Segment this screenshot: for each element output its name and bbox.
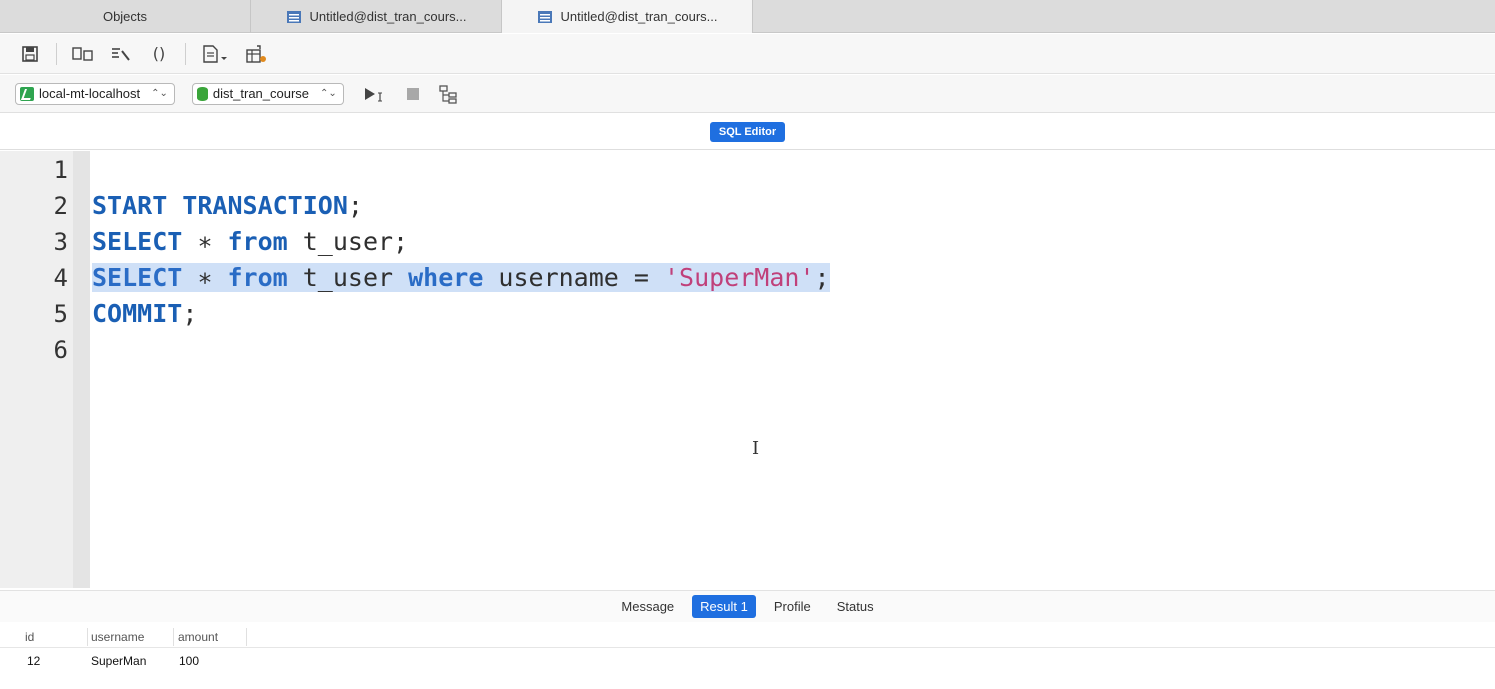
code-line[interactable]: SELECT ∗ from t_user; bbox=[92, 227, 408, 256]
sql-keyword: where bbox=[408, 263, 484, 292]
line-number: 6 bbox=[53, 336, 68, 364]
code-token: ; bbox=[182, 299, 198, 328]
text-cursor-icon: I bbox=[752, 438, 760, 459]
column-header-amount[interactable]: amount bbox=[178, 630, 218, 644]
connection-icon bbox=[20, 86, 34, 101]
column-divider[interactable] bbox=[246, 628, 247, 646]
column-divider[interactable] bbox=[87, 628, 88, 646]
tab-query-1[interactable]: Untitled@dist_tran_cours... bbox=[251, 0, 502, 33]
toolbar-divider bbox=[185, 42, 186, 65]
code-text: START TRANSACTION; bbox=[92, 191, 363, 220]
tab-label: Untitled@dist_tran_cours... bbox=[309, 9, 467, 24]
select-arrows-icon: ⌃⌄ bbox=[151, 88, 168, 99]
sql-keyword: from bbox=[227, 227, 288, 256]
database-name: dist_tran_course bbox=[212, 86, 310, 101]
cell-id[interactable]: 12 bbox=[27, 654, 40, 668]
snippet-icon bbox=[246, 44, 266, 63]
connection-name: local-mt-localhost bbox=[39, 86, 141, 101]
column-divider[interactable] bbox=[173, 628, 174, 646]
run-button[interactable] bbox=[361, 82, 389, 106]
cell-username[interactable]: SuperMan bbox=[91, 654, 146, 668]
sql-editor-label[interactable]: SQL Editor bbox=[709, 121, 786, 142]
sql-keyword: COMMIT bbox=[92, 299, 183, 328]
sql-keyword: SELECT bbox=[92, 263, 183, 292]
query-table-icon bbox=[537, 10, 552, 23]
sql-keyword: from bbox=[227, 263, 288, 292]
tab-message[interactable]: Message bbox=[613, 595, 682, 618]
explain-button[interactable] bbox=[71, 42, 95, 66]
code-token: username = bbox=[483, 263, 664, 292]
text-menu-button[interactable] bbox=[200, 42, 230, 66]
select-arrows-icon: ⌃⌄ bbox=[320, 88, 337, 99]
explain-plan-button[interactable] bbox=[437, 82, 461, 106]
selected-text: SELECT ∗ from t_user where username = 'S… bbox=[92, 263, 830, 292]
code-token: t_user bbox=[287, 263, 409, 292]
editor-mode-bar: SQL Editor bbox=[0, 114, 1495, 150]
tab-query-2[interactable]: Untitled@dist_tran_cours... bbox=[502, 0, 753, 33]
sql-keyword: SELECT bbox=[92, 227, 183, 256]
stop-button[interactable] bbox=[401, 82, 425, 106]
tab-objects[interactable]: Objects bbox=[0, 0, 251, 33]
explain-icon bbox=[72, 46, 93, 61]
beautify-icon bbox=[112, 47, 130, 61]
parentheses-button[interactable]: () bbox=[147, 42, 171, 66]
code-token: t_user; bbox=[287, 227, 409, 256]
code-line[interactable]: START TRANSACTION; bbox=[92, 191, 363, 220]
result-grid-header: id username amount bbox=[0, 624, 1495, 648]
snippet-button[interactable] bbox=[244, 42, 268, 66]
tab-status[interactable]: Status bbox=[829, 595, 882, 618]
save-icon bbox=[22, 45, 38, 62]
database-icon bbox=[196, 86, 208, 101]
tab-result-1[interactable]: Result 1 bbox=[692, 595, 756, 618]
tab-label: Objects bbox=[102, 9, 148, 24]
column-header-username[interactable]: username bbox=[91, 630, 144, 644]
sql-editor[interactable]: 1 2 3 4 5 6 START TRANSACTION; SELECT ∗ … bbox=[0, 151, 1495, 588]
tab-bar: Objects Untitled@dist_tran_cours... Unti… bbox=[0, 0, 1495, 33]
code-token: ; bbox=[814, 263, 830, 292]
line-number: 2 bbox=[53, 192, 68, 220]
code-token: ; bbox=[347, 191, 363, 220]
database-select[interactable]: dist_tran_course ⌃⌄ bbox=[191, 82, 344, 105]
connection-bar: local-mt-localhost ⌃⌄ dist_tran_course ⌃… bbox=[0, 75, 1495, 113]
cell-amount[interactable]: 100 bbox=[179, 654, 199, 668]
code-line[interactable]: SELECT ∗ from t_user where username = 'S… bbox=[92, 263, 830, 292]
beautify-button[interactable] bbox=[109, 42, 133, 66]
table-row[interactable]: 12 SuperMan 100 bbox=[0, 649, 1495, 673]
code-text: SELECT ∗ from t_user; bbox=[92, 227, 408, 256]
text-menu-icon bbox=[203, 44, 227, 63]
query-table-icon bbox=[286, 10, 301, 23]
save-button[interactable] bbox=[18, 42, 42, 66]
explain-plan-icon bbox=[439, 84, 457, 104]
tab-profile[interactable]: Profile bbox=[766, 595, 819, 618]
connection-select[interactable]: local-mt-localhost ⌃⌄ bbox=[15, 82, 175, 105]
parentheses-icon: () bbox=[152, 44, 166, 63]
code-line[interactable]: COMMIT; bbox=[92, 299, 197, 328]
editor-toolbar: () bbox=[0, 34, 1495, 74]
run-icon bbox=[364, 87, 382, 101]
result-tabs: Message Result 1 Profile Status bbox=[0, 590, 1495, 622]
code-text: COMMIT; bbox=[92, 299, 197, 328]
line-number: 3 bbox=[53, 228, 68, 256]
string-literal: 'SuperMan' bbox=[664, 263, 815, 292]
toolbar-divider bbox=[56, 42, 57, 65]
line-number: 4 bbox=[53, 264, 68, 292]
line-number: 5 bbox=[53, 300, 68, 328]
code-token: ∗ bbox=[182, 263, 228, 292]
fold-gutter bbox=[73, 151, 90, 588]
line-number: 1 bbox=[53, 156, 68, 184]
column-header-id[interactable]: id bbox=[25, 630, 34, 644]
stop-icon bbox=[406, 87, 419, 100]
tab-label: Untitled@dist_tran_cours... bbox=[560, 9, 718, 24]
code-token: ∗ bbox=[182, 227, 228, 256]
sql-keyword: START TRANSACTION bbox=[92, 191, 348, 220]
